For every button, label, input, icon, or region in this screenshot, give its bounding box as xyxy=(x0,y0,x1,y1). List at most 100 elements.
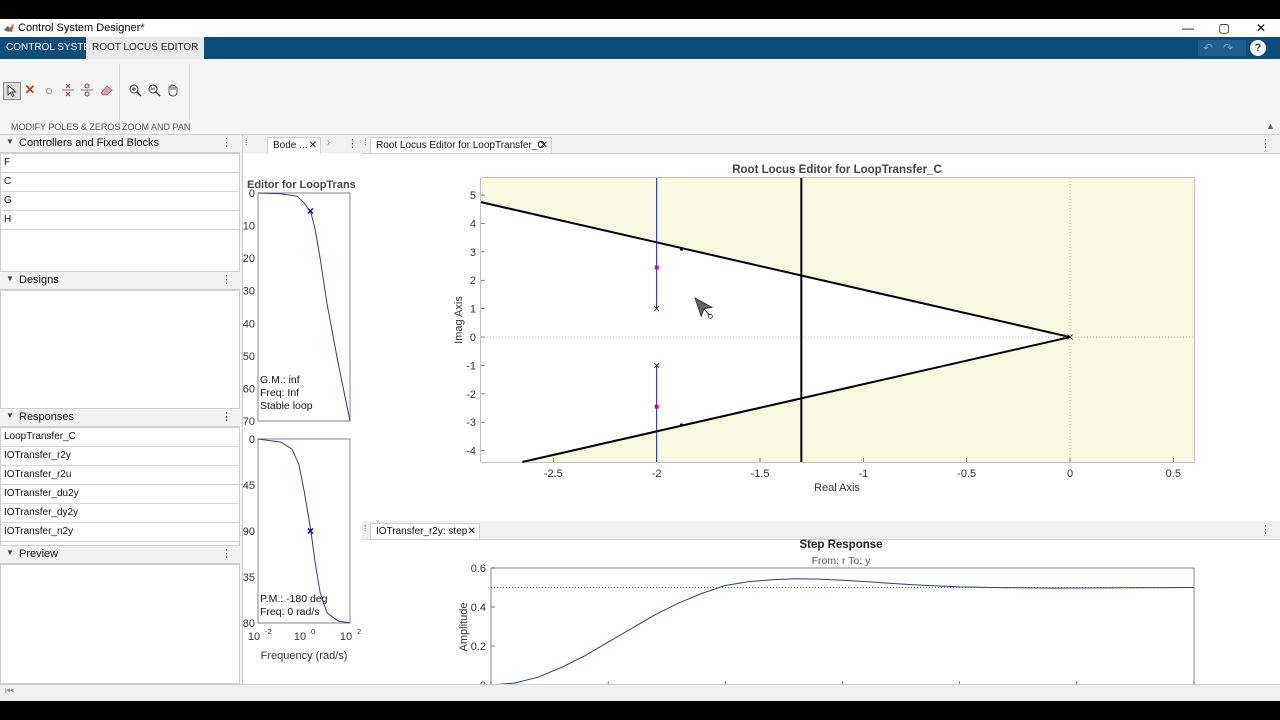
x-tick-label: -2.5 xyxy=(544,468,563,480)
stable-region-shading xyxy=(1070,178,1194,462)
x-tick-base: 10 xyxy=(294,631,306,643)
more-options-icon[interactable]: ⋮ xyxy=(347,137,358,150)
close-tab-icon[interactable]: ✕ xyxy=(309,138,317,154)
grip-icon[interactable]: ⁞ xyxy=(245,137,248,147)
phase-margin-text: P.M.: -180 deg xyxy=(260,593,328,605)
x-tick-label: 0 xyxy=(1067,468,1073,480)
y-tick-label: 2 xyxy=(470,275,476,287)
add-complex-pole-icon[interactable] xyxy=(60,82,76,98)
eraser-icon[interactable] xyxy=(98,82,114,98)
window-title: Control System Designer* xyxy=(18,22,145,34)
undo-icon[interactable]: ↶ xyxy=(1198,41,1218,55)
list-item[interactable]: H xyxy=(1,211,239,230)
list-item[interactable]: IOTransfer_dy2y xyxy=(1,504,239,523)
more-options-icon[interactable]: ⋮ xyxy=(221,273,232,286)
more-options-icon[interactable]: ⋮ xyxy=(221,136,232,149)
close-window-button[interactable]: ✕ xyxy=(1243,19,1279,37)
list-item[interactable]: IOTransfer_du2y xyxy=(1,485,239,504)
y-tick-label: 0.2 xyxy=(471,641,486,653)
x-tick-label: -1.5 xyxy=(751,468,770,480)
add-pole-icon[interactable]: ✕ xyxy=(22,82,38,98)
phase-freq-text: Freq: 0 rad/s xyxy=(260,606,320,618)
grip-icon[interactable]: ⁞ xyxy=(364,523,367,533)
preview-area xyxy=(0,564,240,684)
bode-xlabel: Frequency (rad/s) xyxy=(261,650,348,662)
tab-step[interactable]: IOTransfer_r2y: step ✕ xyxy=(370,523,480,539)
zoom-in-icon[interactable] xyxy=(127,82,143,98)
list-item[interactable]: C xyxy=(1,173,239,192)
more-options-icon[interactable]: ⋮ xyxy=(221,410,232,423)
tab-label: Root Locus Editor for LoopTransfer_C xyxy=(376,140,545,151)
y-tick-label: 0.4 xyxy=(471,602,486,614)
y-tick-label: -4 xyxy=(466,446,476,458)
x-tick-label: -2 xyxy=(652,468,662,480)
y-tick-label: 3 xyxy=(470,247,476,259)
x-tick-base: 10 xyxy=(340,631,352,643)
collapse-triangle-icon[interactable]: ▼ xyxy=(6,548,14,557)
add-complex-zero-icon[interactable] xyxy=(79,82,95,98)
step-ylabel: Amplitude xyxy=(458,603,470,652)
close-tab-icon[interactable]: ✕ xyxy=(540,138,548,154)
y-tick-label: 10 xyxy=(243,221,255,233)
y-tick-label: 45 xyxy=(243,480,255,492)
redo-icon[interactable]: ↷ xyxy=(1218,41,1238,55)
tab-label: Bode ... xyxy=(273,140,308,151)
designs-list xyxy=(0,290,240,409)
y-tick-label: 30 xyxy=(243,286,255,298)
chevron-right-icon[interactable]: › xyxy=(327,137,330,148)
close-tab-icon[interactable]: ✕ xyxy=(468,524,476,540)
y-tick-label: 35 xyxy=(243,572,255,584)
y-tick-label: 0.6 xyxy=(471,563,486,575)
minimize-button[interactable]: — xyxy=(1170,19,1206,37)
collapse-toolstrip-icon[interactable]: ▲ xyxy=(1266,121,1275,131)
responses-header[interactable]: ▼ Responses ⋮ xyxy=(0,409,240,427)
list-item[interactable]: IOTransfer_r2y xyxy=(1,447,239,466)
plot-area: ⁞ Root Locus Editor for LoopTransfer_C ✕… xyxy=(362,135,1280,701)
list-item[interactable]: IOTransfer_r2u xyxy=(1,466,239,485)
step-axes xyxy=(490,567,1195,686)
bode-chart[interactable]: Editor for LoopTrans 010203040506070 045… xyxy=(243,153,362,701)
x-tick-base: 10 xyxy=(248,631,260,643)
y-tick-label: 0 xyxy=(470,332,476,344)
y-tick-label: 0 xyxy=(249,434,255,446)
y-tick-label: -3 xyxy=(466,417,476,429)
root-locus-title: Root Locus Editor for LoopTransfer_C xyxy=(732,164,942,176)
root-locus-chart[interactable]: Root Locus Editor for LoopTransfer_C -2.… xyxy=(362,153,1280,519)
title-bar: Control System Designer* — ▢ ✕ xyxy=(0,19,1280,37)
tab-root-locus-editor[interactable]: ROOT LOCUS EDITOR xyxy=(86,37,205,59)
more-options-icon[interactable]: ⋮ xyxy=(1260,523,1271,536)
x-tick-label: 0.5 xyxy=(1166,468,1181,480)
add-zero-icon[interactable]: ○ xyxy=(41,82,57,98)
preview-header[interactable]: ▼ Preview ⋮ xyxy=(0,546,240,564)
collapse-triangle-icon[interactable]: ▼ xyxy=(6,274,14,283)
list-item[interactable]: IOTransfer_n2y xyxy=(1,523,239,542)
step-response-chart[interactable]: Step Response From: r To: y 00.511.522.5… xyxy=(362,539,1280,701)
toolstrip: ✕ ○ MODIFY POLES & ZEROS ZOOM AND PAN ▲ xyxy=(0,59,1280,135)
restore-button[interactable]: ▢ xyxy=(1206,19,1242,37)
y-tick-label: 40 xyxy=(243,318,255,330)
y-tick-label: 60 xyxy=(243,383,255,395)
list-item[interactable]: F xyxy=(1,154,239,173)
collapse-triangle-icon[interactable]: ▼ xyxy=(6,137,14,146)
list-item[interactable]: G xyxy=(1,192,239,211)
pan-hand-icon[interactable] xyxy=(165,82,181,98)
app-window: Control System Designer* — ▢ ✕ CONTROL S… xyxy=(0,19,1280,701)
zoom-out-icon[interactable] xyxy=(146,82,162,98)
controllers-header[interactable]: ▼ Controllers and Fixed Blocks ⋮ xyxy=(0,135,240,153)
select-arrow-icon[interactable] xyxy=(3,82,21,100)
tab-root-locus[interactable]: Root Locus Editor for LoopTransfer_C ✕ xyxy=(370,137,552,153)
x-tick-label: -1 xyxy=(858,468,868,480)
help-button[interactable]: ? xyxy=(1250,40,1266,56)
collapse-left-icon[interactable]: ⏮ xyxy=(5,686,14,697)
y-tick-label: 80 xyxy=(243,618,255,630)
y-tick-label: -2 xyxy=(466,389,476,401)
designs-header[interactable]: ▼ Designs ⋮ xyxy=(0,272,240,290)
more-options-icon[interactable]: ⋮ xyxy=(1260,137,1271,150)
collapse-triangle-icon[interactable]: ▼ xyxy=(6,411,14,420)
list-item[interactable]: LoopTransfer_C xyxy=(1,428,239,447)
grip-icon[interactable]: ⁞ xyxy=(364,137,367,147)
gain-margin-text: G.M.: inf xyxy=(260,374,300,386)
status-bar: ⏮ xyxy=(0,684,1280,701)
more-options-icon[interactable]: ⋮ xyxy=(221,547,232,560)
tab-bode[interactable]: Bode ... ✕ xyxy=(267,137,321,153)
